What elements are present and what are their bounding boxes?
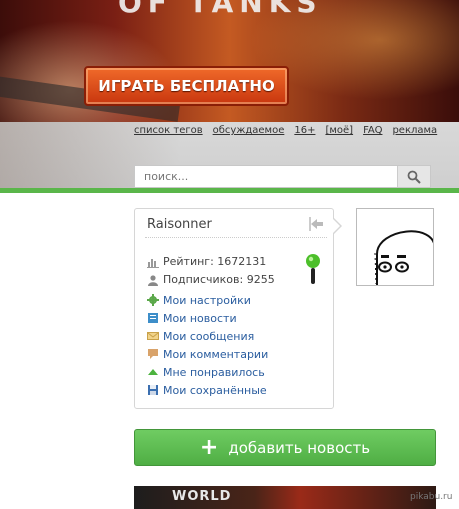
search-button[interactable] <box>397 166 430 187</box>
nav-link-faq[interactable]: FAQ <box>363 125 382 136</box>
subscribers-label: Подписчиков: 9255 <box>163 273 275 286</box>
ad-logo-text: WORLD <box>172 489 232 504</box>
menu-item-label: Мои сообщения <box>163 329 255 343</box>
menu-item-label: Мои сохранённые <box>163 383 267 397</box>
banner-logo: OF TANKS <box>118 0 323 19</box>
page: OF TANKS ИГРАТЬ БЕСПЛАТНО список тегов о… <box>0 0 459 509</box>
nav-links: список тегов обсуждаемое 16+ [моё] FAQ р… <box>134 125 437 136</box>
profile-menu: Мои настройки Мои новости Мои сообщения … <box>147 293 268 397</box>
nav-link-ads[interactable]: реклама <box>392 125 437 136</box>
rating-lamp-icon <box>306 254 320 284</box>
menu-item-messages[interactable]: Мои сообщения <box>147 329 268 343</box>
gear-icon <box>147 294 159 306</box>
nav-link-mine[interactable]: [моё] <box>325 125 353 136</box>
floppy-icon <box>148 385 158 395</box>
arrow-up-icon <box>148 369 158 375</box>
search-bar <box>134 165 431 188</box>
search-input[interactable] <box>135 166 397 187</box>
rating-label: Рейтинг: 1672131 <box>163 255 267 268</box>
game-banner[interactable]: OF TANKS ИГРАТЬ БЕСПЛАТНО <box>0 0 459 122</box>
card-pointer <box>332 217 342 235</box>
menu-item-label: Мои новости <box>163 311 237 325</box>
menu-item-label: Мне понравилось <box>163 365 265 379</box>
menu-item-label: Мои комментарии <box>163 347 269 361</box>
watermark: pikabu.ru <box>410 492 453 502</box>
comment-icon <box>148 349 158 359</box>
add-post-label: добавить новость <box>228 438 371 457</box>
menu-item-news[interactable]: Мои новости <box>147 311 268 325</box>
username-divider <box>145 237 327 238</box>
menu-item-comments[interactable]: Мои комментарии <box>147 347 268 361</box>
search-icon <box>407 170 421 184</box>
play-free-button[interactable]: ИГРАТЬ БЕСПЛАТНО <box>84 66 289 106</box>
envelope-icon <box>147 332 159 340</box>
bar-chart-icon <box>147 258 159 268</box>
avatar-face <box>374 230 433 285</box>
menu-item-liked[interactable]: Мне понравилось <box>147 365 268 379</box>
menu-item-label: Мои настройки <box>163 293 251 307</box>
news-icon <box>148 313 158 323</box>
header-divider <box>0 188 459 193</box>
profile-card: Raisonner Рейтинг: 1672131 Подписчиков: … <box>134 208 342 409</box>
rating-stat: Рейтинг: 1672131 <box>147 255 266 268</box>
avatar[interactable] <box>356 208 434 286</box>
user-icon <box>148 274 158 286</box>
add-post-button[interactable]: + добавить новость <box>134 429 436 466</box>
bottom-ad-banner[interactable]: WORLD <box>134 486 436 509</box>
nav-link-discussed[interactable]: обсуждаемое <box>213 125 285 136</box>
username[interactable]: Raisonner <box>147 217 212 232</box>
nav-link-tags[interactable]: список тегов <box>134 125 203 136</box>
logout-icon[interactable] <box>307 215 327 233</box>
menu-item-settings[interactable]: Мои настройки <box>147 293 268 307</box>
menu-item-saved[interactable]: Мои сохранённые <box>147 383 268 397</box>
subscribers-stat: Подписчиков: 9255 <box>147 273 275 286</box>
plus-icon: + <box>199 434 219 460</box>
nav-link-16plus[interactable]: 16+ <box>294 125 315 136</box>
